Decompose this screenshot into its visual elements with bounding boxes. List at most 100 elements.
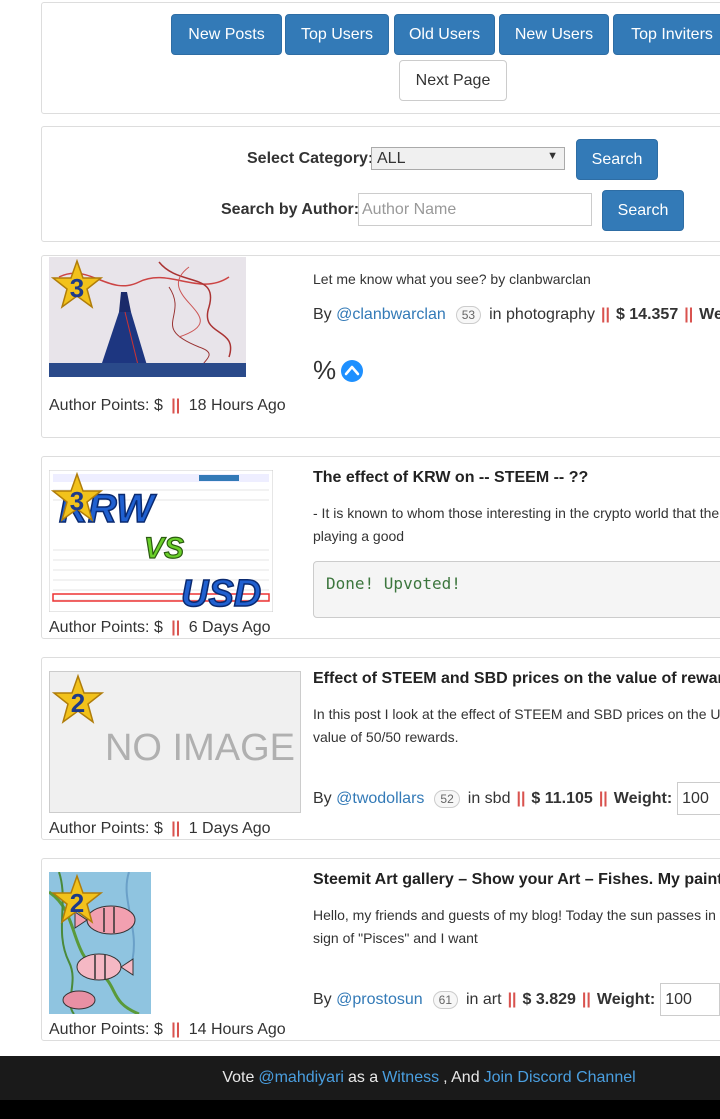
svg-text:3: 3 xyxy=(70,486,84,516)
footer-and-text: , And xyxy=(443,1069,480,1086)
post-title[interactable]: Effect of STEEM and SBD prices on the va… xyxy=(313,670,720,688)
page: New Posts Top Users Old Users New Users … xyxy=(0,0,720,1119)
post-title[interactable]: Steemit Art gallery – Show your Art – Fi… xyxy=(313,871,720,889)
post-thumbnail[interactable]: NO IMAGE 2 xyxy=(49,671,301,813)
separator: || xyxy=(516,789,526,807)
reputation-badge: 52 xyxy=(434,789,460,808)
payout-value: $ 11.105 xyxy=(531,789,593,807)
post-thumbnail[interactable]: KRW VS USD 3 xyxy=(49,470,273,612)
post-card: 2 Steemit Art gallery – Show your Art – … xyxy=(41,858,720,1041)
svg-text:VS: VS xyxy=(144,532,184,565)
category-search-button[interactable]: Search xyxy=(576,139,658,180)
post-title[interactable]: The effect of KRW on -- STEEM -- ?? xyxy=(313,469,588,487)
post-excerpt: Let me know what you see? by clanbwarcla… xyxy=(313,271,591,287)
post-meta: Author Points: $ || 18 Hours Ago xyxy=(49,397,286,415)
by-label: By xyxy=(313,990,332,1008)
post-meta: Author Points: $ || 6 Days Ago xyxy=(49,619,271,637)
comment-code-block: Done! Upvoted! xyxy=(313,561,720,618)
category-text: photography xyxy=(506,306,595,323)
post-excerpt: Hello, my friends and guests of my blog!… xyxy=(313,907,720,946)
post-card: KRW VS USD 3 The effect of KRW on -- STE… xyxy=(41,456,720,639)
separator: || xyxy=(598,789,608,807)
top-inviters-button[interactable]: Top Inviters xyxy=(613,14,720,55)
rank-star-icon: 2 xyxy=(51,874,103,924)
post-card: 3 Let me know what you see? by clanbwarc… xyxy=(41,255,720,438)
post-excerpt: - It is known to whom those interesting … xyxy=(313,505,720,544)
author-link[interactable]: @twodollars xyxy=(336,790,424,808)
svg-text:NO IMAGE: NO IMAGE xyxy=(105,727,295,769)
witness-link[interactable]: Witness xyxy=(382,1069,439,1087)
search-panel: Select Category: ALL ▼ Search Search by … xyxy=(41,126,720,242)
by-label: By xyxy=(313,789,332,807)
bottom-bar xyxy=(0,1100,720,1119)
post-card: NO IMAGE 2 Effect of STEEM and SBD price… xyxy=(41,657,720,840)
category-select[interactable]: ALL ▼ xyxy=(371,147,565,170)
svg-text:2: 2 xyxy=(71,688,85,718)
author-points-label: Author Points: $ xyxy=(49,820,163,837)
vote-row: % xyxy=(313,355,364,386)
post-meta: Author Points: $ || 14 Hours Ago xyxy=(49,1021,286,1039)
author-link[interactable]: @prostosun xyxy=(336,991,423,1009)
author-points-label: Author Points: $ xyxy=(49,397,163,414)
post-thumbnail[interactable]: 2 xyxy=(49,872,151,1014)
old-users-button[interactable]: Old Users xyxy=(394,14,495,55)
category-select-value: ALL xyxy=(377,149,406,167)
footer-as-a-text: as a xyxy=(347,1069,379,1086)
author-points-label: Author Points: $ xyxy=(49,619,163,636)
author-link[interactable]: @clanbwarclan xyxy=(336,306,446,324)
author-search-input[interactable]: Author Name xyxy=(358,193,592,226)
author-search-button[interactable]: Search xyxy=(602,190,684,231)
author-points-label: Author Points: $ xyxy=(49,1021,163,1038)
category-label: Select Category: xyxy=(247,150,374,167)
new-posts-button[interactable]: New Posts xyxy=(171,14,282,55)
post-excerpt: In this post I look at the effect of STE… xyxy=(313,706,720,745)
footer-vote-text: Vote xyxy=(222,1069,255,1086)
separator: || xyxy=(171,1021,181,1038)
separator: || xyxy=(581,990,591,1008)
rank-star-icon: 3 xyxy=(51,259,103,309)
separator: || xyxy=(684,306,694,323)
post-age: 1 Days Ago xyxy=(188,820,271,837)
separator: || xyxy=(171,820,181,837)
svg-text:USD: USD xyxy=(181,573,261,612)
category-text: sbd xyxy=(484,789,511,807)
new-users-button[interactable]: New Users xyxy=(499,14,609,55)
post-age: 18 Hours Ago xyxy=(188,397,286,414)
category-prefix: in xyxy=(467,789,481,807)
top-users-button[interactable]: Top Users xyxy=(285,14,389,55)
author-label: Search by Author: xyxy=(221,201,360,218)
category-prefix: in xyxy=(489,306,502,323)
separator: || xyxy=(600,306,610,323)
rank-star-icon: 3 xyxy=(51,472,103,522)
weight-label: Weight: xyxy=(699,306,720,323)
weight-input[interactable]: 100 xyxy=(677,782,720,815)
nav-panel: New Posts Top Users Old Users New Users … xyxy=(41,2,720,114)
separator: || xyxy=(171,619,181,636)
svg-text:2: 2 xyxy=(70,888,84,918)
post-byline: By @clanbwarclan 53 in photography || $ … xyxy=(313,306,720,324)
reputation-badge: 61 xyxy=(432,990,458,1009)
payout-value: $ 3.829 xyxy=(522,990,576,1008)
footer-bar: Vote @mahdiyari as a Witness , And Join … xyxy=(0,1056,720,1100)
percent-sign: % xyxy=(313,355,337,385)
separator: || xyxy=(507,990,517,1008)
weight-label: Weight: xyxy=(613,789,673,807)
upvote-icon[interactable] xyxy=(340,359,364,383)
category-prefix: in xyxy=(466,990,479,1008)
category-text: art xyxy=(482,990,502,1008)
post-age: 6 Days Ago xyxy=(188,619,271,636)
separator: || xyxy=(171,397,181,414)
post-byline: By @prostosun 61 in art || $ 3.829 || We… xyxy=(313,983,720,1016)
post-byline: By @twodollars 52 in sbd || $ 11.105 || … xyxy=(313,782,720,815)
weight-input[interactable]: 100 xyxy=(660,983,720,1016)
chevron-down-icon: ▼ xyxy=(547,150,558,162)
payout-value: $ 14.357 xyxy=(615,306,679,323)
discord-link[interactable]: Join Discord Channel xyxy=(484,1069,636,1087)
post-thumbnail[interactable]: 3 xyxy=(49,257,246,377)
by-label: By xyxy=(313,306,332,323)
witness-user-link[interactable]: @mahdiyari xyxy=(258,1069,344,1087)
svg-text:3: 3 xyxy=(70,273,84,303)
rank-star-icon: 2 xyxy=(52,674,104,724)
next-page-button[interactable]: Next Page xyxy=(399,60,507,101)
post-age: 14 Hours Ago xyxy=(188,1021,286,1038)
